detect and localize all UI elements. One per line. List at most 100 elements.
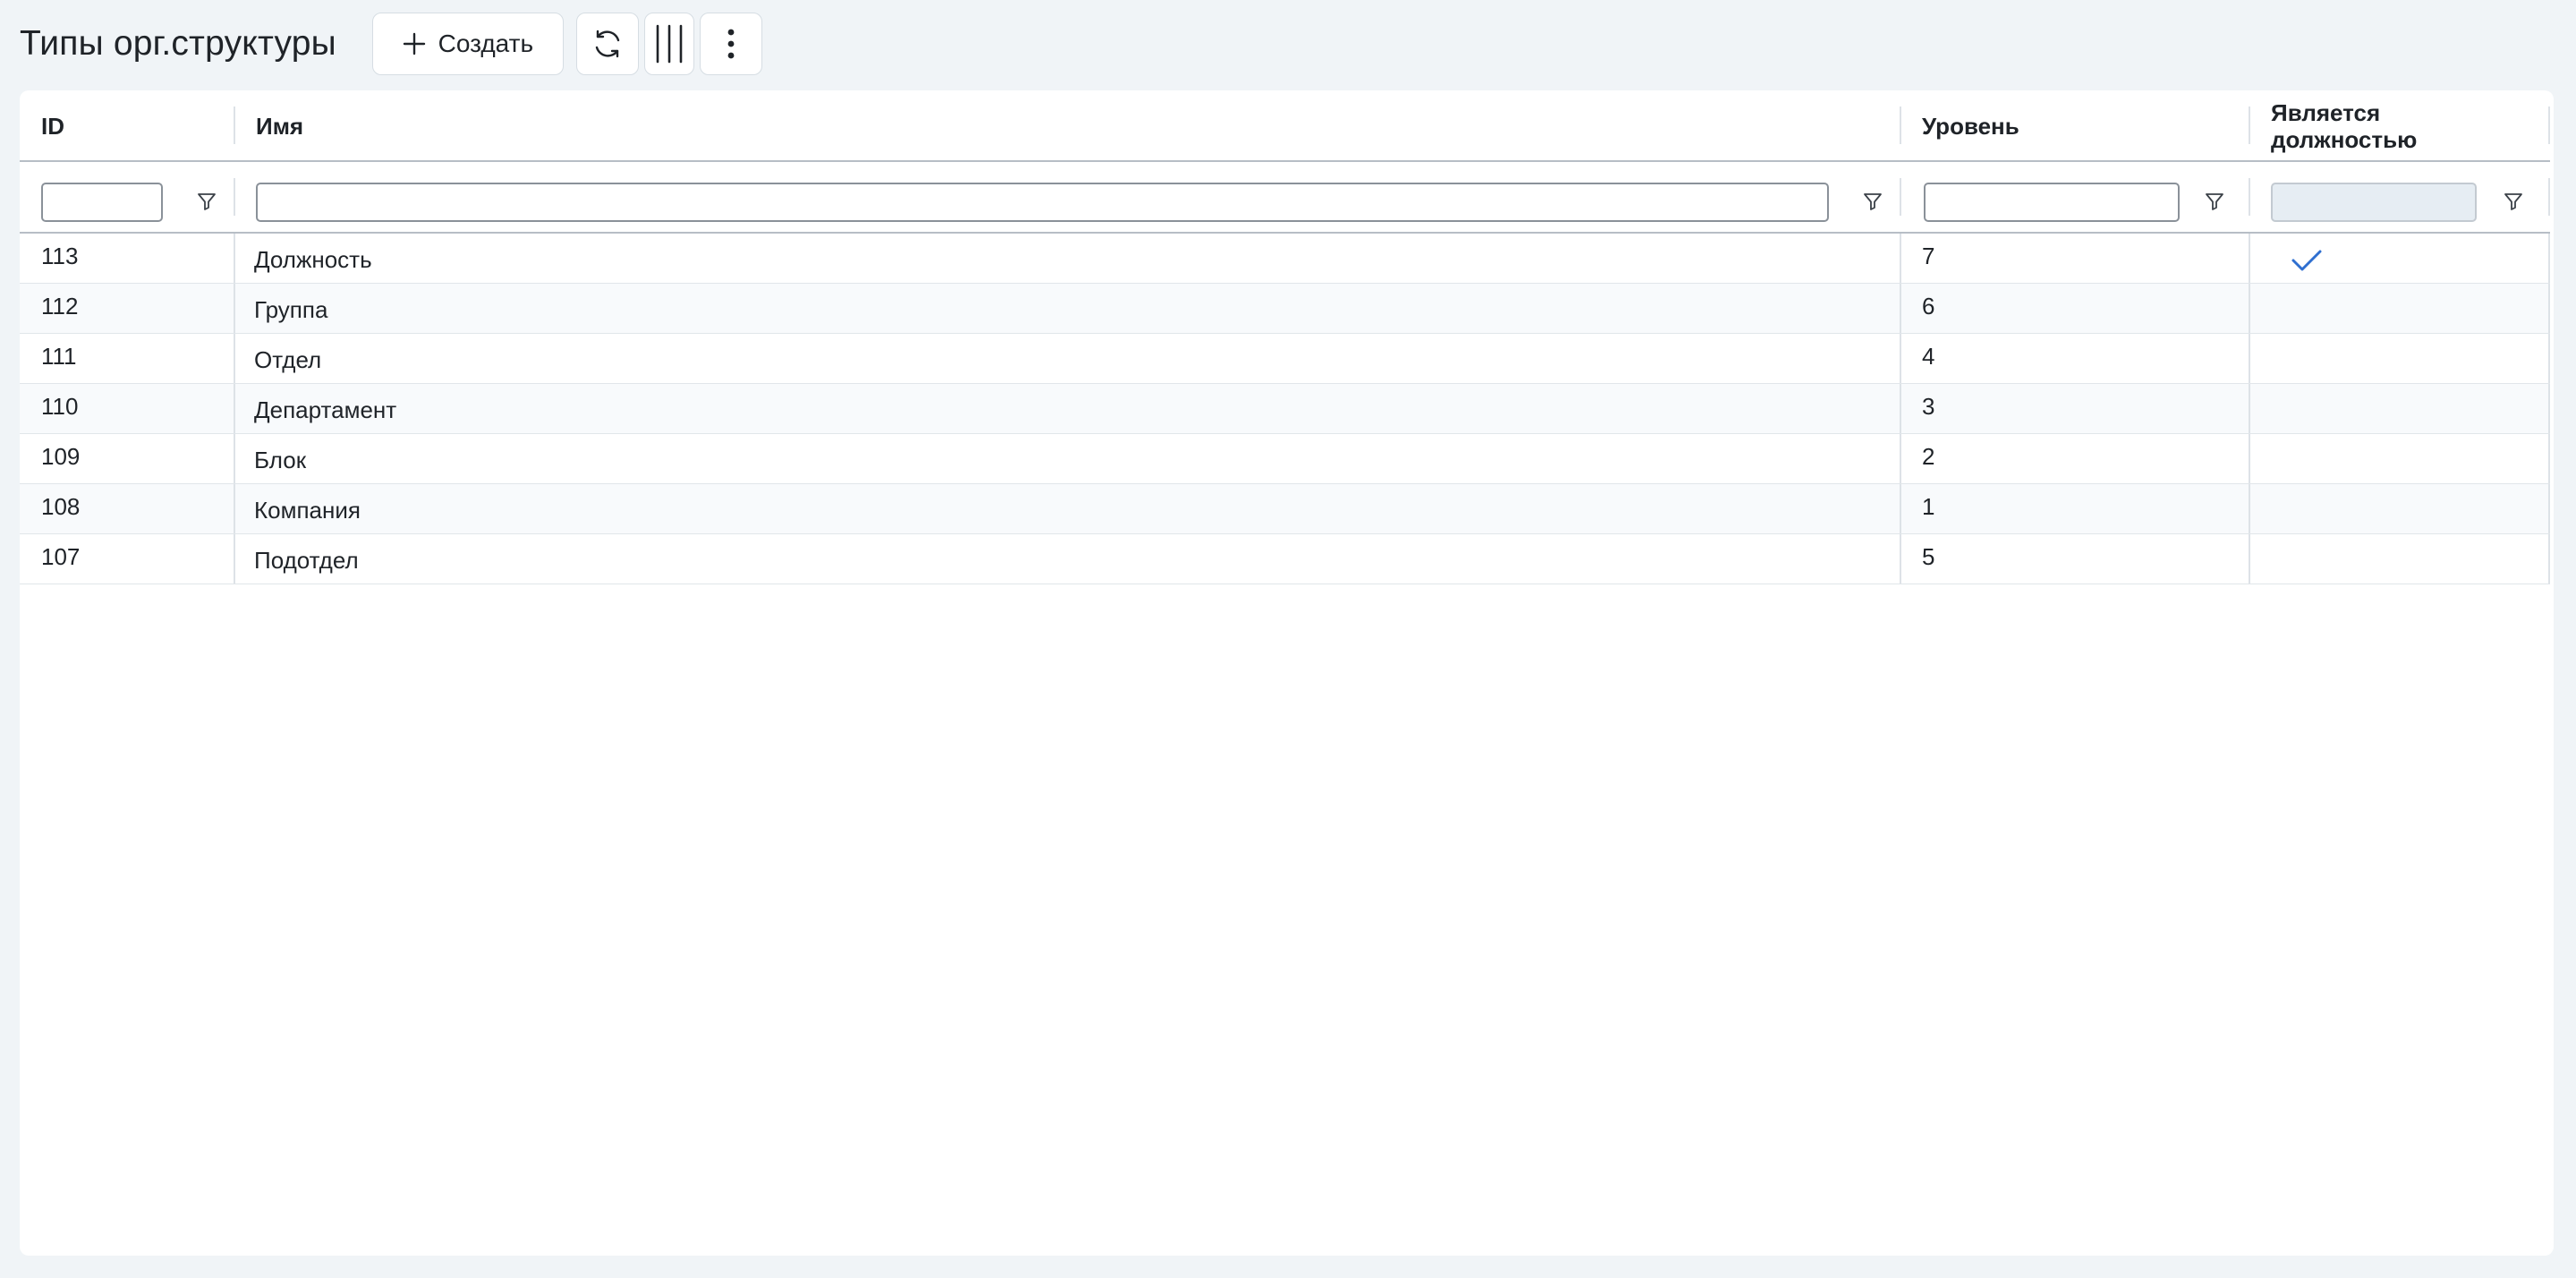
cell-name-value: Компания	[254, 497, 361, 524]
column-divider	[1900, 178, 1901, 216]
filter-input-level[interactable]	[1924, 183, 2180, 222]
filter-input-id[interactable]	[41, 183, 163, 222]
toolbar: Типы орг.структуры Создать	[20, 13, 762, 75]
cell-level-value: 5	[1922, 543, 1935, 570]
cell-name: Отдел	[234, 334, 1900, 383]
cell-level: 2	[1900, 434, 2249, 483]
more-button[interactable]	[699, 13, 762, 75]
check-icon	[2291, 250, 2322, 271]
column-divider	[1900, 484, 1901, 533]
column-resize-handle[interactable]	[234, 106, 235, 144]
cell-is-position	[2249, 484, 2550, 533]
cell-id-value: 107	[41, 543, 81, 570]
filter-input-name[interactable]	[256, 183, 1829, 222]
cell-level: 6	[1900, 284, 2249, 333]
columns-icon	[656, 24, 683, 64]
header-row: ID Имя Уровень Является должностью	[20, 90, 2550, 162]
filter-icon[interactable]	[2502, 190, 2525, 213]
column-divider	[234, 484, 235, 533]
refresh-button[interactable]	[575, 13, 639, 75]
column-divider	[2249, 334, 2250, 383]
column-divider	[2548, 384, 2550, 433]
column-header-label: Имя	[256, 113, 304, 140]
create-button[interactable]: Создать	[371, 13, 564, 75]
column-divider	[2548, 284, 2550, 333]
cell-level-value: 4	[1922, 343, 1935, 370]
cell-id-value: 108	[41, 493, 81, 520]
filter-cell-level	[1900, 162, 2249, 232]
filter-icon[interactable]	[2203, 190, 2226, 213]
cell-is-position	[2249, 284, 2550, 333]
cell-is-position	[2249, 534, 2550, 584]
column-divider	[2249, 234, 2250, 283]
table-row[interactable]: 112 Группа 6	[20, 284, 2550, 334]
filter-icon[interactable]	[195, 190, 218, 213]
column-resize-handle[interactable]	[2249, 106, 2250, 144]
column-resize-handle[interactable]	[2548, 106, 2550, 144]
cell-id-value: 111	[41, 343, 77, 370]
cell-name-value: Блок	[254, 447, 307, 473]
cell-id: 113	[20, 234, 234, 283]
column-header-id[interactable]: ID	[20, 90, 234, 160]
column-divider	[234, 334, 235, 383]
cell-id-value: 113	[41, 243, 79, 269]
column-divider	[2249, 178, 2250, 216]
column-divider	[2548, 178, 2550, 216]
cell-id: 110	[20, 384, 234, 433]
cell-name: Подотдел	[234, 534, 1900, 584]
column-resize-handle[interactable]	[1900, 106, 1901, 144]
table-row[interactable]: 110 Департамент 3	[20, 384, 2550, 434]
column-header-label: ID	[41, 113, 64, 140]
table-row[interactable]: 113 Должность 7	[20, 234, 2550, 284]
data-grid: ID Имя Уровень Является должностью 113 Д…	[20, 90, 2550, 584]
table-row[interactable]: 109 Блок 2	[20, 434, 2550, 484]
cell-id: 107	[20, 534, 234, 584]
column-header-label: Уровень	[1922, 113, 2019, 140]
column-divider	[2249, 434, 2250, 483]
filter-cell-is-position	[2249, 162, 2550, 232]
cell-name-value: Должность	[254, 246, 372, 273]
column-divider	[234, 534, 235, 584]
column-divider	[1900, 534, 1901, 584]
columns-button[interactable]	[643, 13, 694, 75]
cell-level: 7	[1900, 234, 2249, 283]
table-panel: ID Имя Уровень Является должностью 113 Д…	[20, 90, 2554, 1256]
column-divider	[2548, 534, 2550, 584]
table-body: 113 Должность 7 112 Группа 6 111 Отдел 4 110 Депар…	[20, 234, 2550, 584]
column-divider	[1900, 234, 1901, 283]
table-row[interactable]: 107 Подотдел 5	[20, 534, 2550, 584]
page-title: Типы орг.структуры	[20, 24, 336, 63]
cell-name: Группа	[234, 284, 1900, 333]
cell-id-value: 112	[41, 293, 79, 320]
cell-id: 111	[20, 334, 234, 383]
cell-is-position	[2249, 334, 2550, 383]
filter-cell-id	[20, 162, 234, 232]
cell-level-value: 6	[1922, 293, 1935, 320]
column-divider	[234, 384, 235, 433]
table-row[interactable]: 108 Компания 1	[20, 484, 2550, 534]
cell-is-position	[2249, 234, 2550, 283]
filter-icon[interactable]	[1861, 190, 1884, 213]
cell-name: Компания	[234, 484, 1900, 533]
table-row[interactable]: 111 Отдел 4	[20, 334, 2550, 384]
cell-is-position	[2249, 434, 2550, 483]
more-vertical-icon	[727, 29, 735, 59]
column-divider	[2548, 234, 2550, 283]
column-divider	[234, 178, 235, 216]
cell-id-value: 110	[41, 393, 79, 420]
cell-level-value: 1	[1922, 493, 1935, 520]
column-divider	[234, 234, 235, 283]
filter-row	[20, 162, 2550, 234]
column-header-level[interactable]: Уровень	[1900, 90, 2249, 160]
cell-name-value: Подотдел	[254, 547, 359, 574]
column-divider	[1900, 334, 1901, 383]
column-divider	[2548, 484, 2550, 533]
plus-icon	[403, 32, 425, 55]
column-divider	[1900, 384, 1901, 433]
cell-name-value: Отдел	[254, 346, 322, 373]
column-header-is-position[interactable]: Является должностью	[2249, 90, 2550, 160]
cell-level-value: 2	[1922, 443, 1935, 470]
cell-id: 109	[20, 434, 234, 483]
column-header-name[interactable]: Имя	[234, 90, 1900, 160]
column-header-label: Является должностью	[2271, 99, 2418, 153]
